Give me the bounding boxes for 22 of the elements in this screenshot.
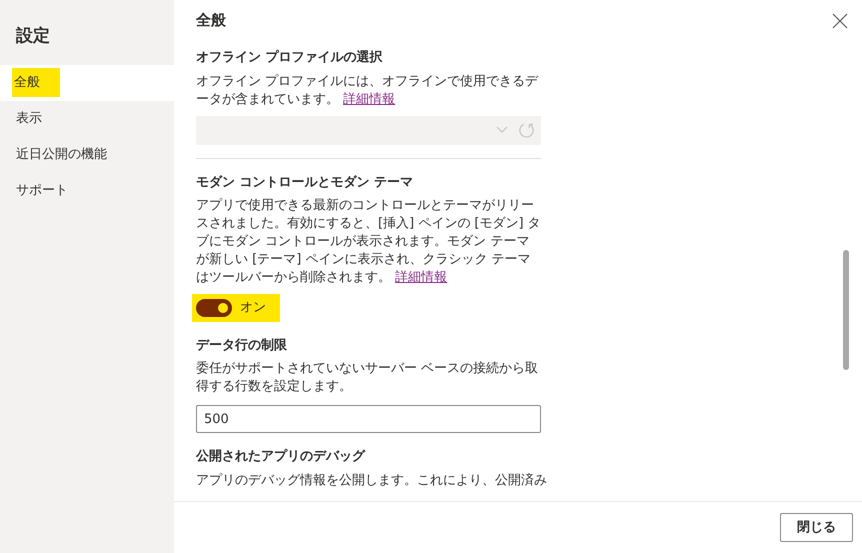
toggle-switch[interactable] <box>196 298 232 317</box>
section-heading: オフライン プロファイルの選択 <box>196 48 384 67</box>
row-limit-field[interactable]: 500 <box>196 405 541 433</box>
section-heading: モダン コントロールとモダン テーマ <box>196 174 414 192</box>
sidebar-item[interactable]: 近日公開の機能 <box>0 136 174 172</box>
section-heading: データ行の制限 <box>196 336 288 354</box>
section-description: アプリのデバッグ情報を公開します。これにより、公開済み <box>196 472 547 490</box>
toggle-label: オン <box>240 299 266 317</box>
close-icon[interactable] <box>832 13 848 29</box>
section-description: アプリで使用できる最新のコントロールとテーマがリリースされました。有効にすると、[挿入] ペインの [モダン] タブにモダン コントロールが表示されます。モダン テーマが新しい [テーマ] ペインに表示され、クラシック テーマはツールバーから削除されます。 詳細情報 <box>196 197 541 287</box>
sidebar-item[interactable]: 全般 <box>0 64 174 100</box>
sidebar-item[interactable]: サポート <box>0 172 174 208</box>
scrollbar-thumb[interactable] <box>843 250 849 370</box>
panel-title: 全般 <box>196 10 226 31</box>
chevron-down-icon <box>496 126 508 134</box>
learn-more-link[interactable]: 詳細情報 <box>395 270 448 285</box>
sidebar-item[interactable]: 表示 <box>0 100 174 136</box>
sidebar-title: 設定 <box>14 25 51 48</box>
section-heading: 公開されたアプリのデバッグ <box>196 448 366 466</box>
close-button[interactable]: 閉じる <box>780 513 853 542</box>
section-description: オフライン プロファイルには、オフラインで使用できるデータが含まれています。 詳細情報 <box>196 72 540 108</box>
section-description: 委任がサポートされていないサーバー ベースの接続から取得する行数を設定します。 <box>196 360 540 396</box>
